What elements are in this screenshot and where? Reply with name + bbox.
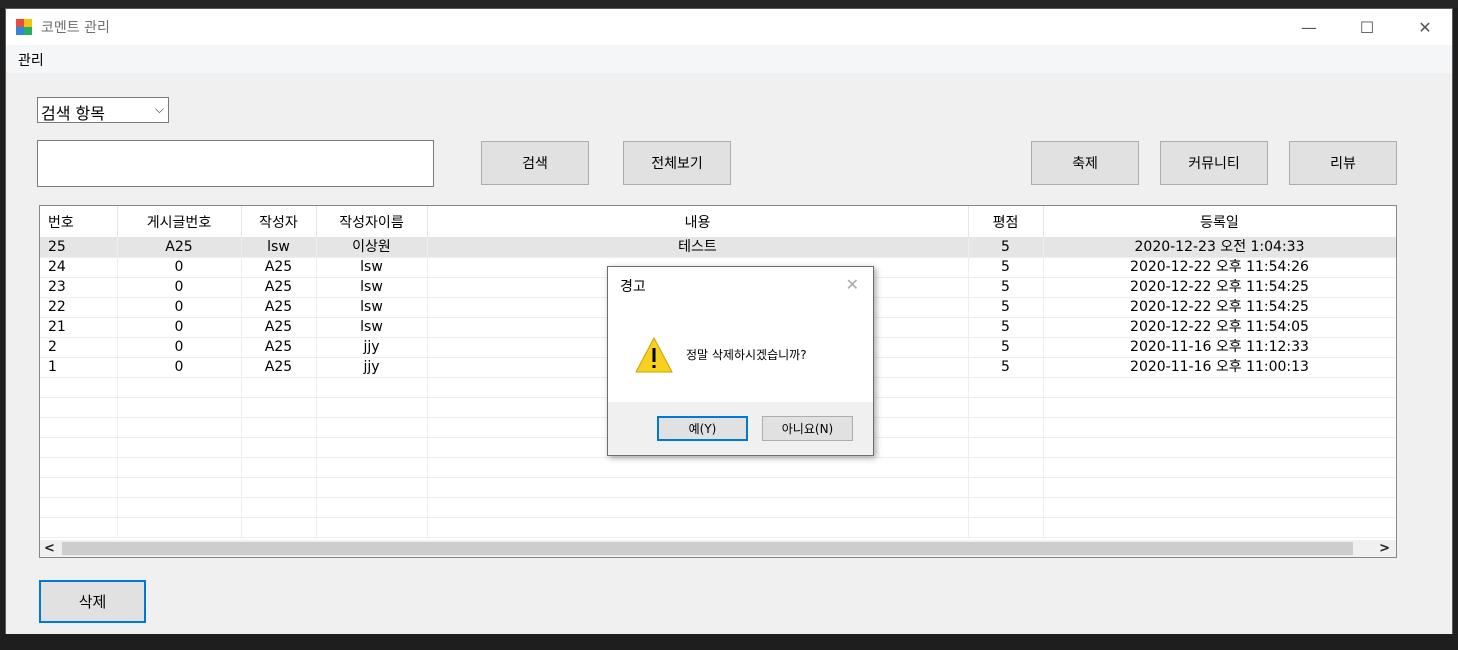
empty-row <box>40 477 1396 498</box>
table-row[interactable]: 25 A25 lsw 이상원 테스트 5 2020-12-23 오전 1:04:… <box>40 237 1396 258</box>
cell: 2020-12-22 오후 11:54:25 <box>1043 277 1396 298</box>
cell: 5 <box>968 257 1044 278</box>
desktop-background-bottom <box>0 634 1458 650</box>
minimize-icon: — <box>1301 17 1317 37</box>
minimize-button[interactable]: — <box>1280 9 1338 45</box>
scrollbar-thumb[interactable] <box>62 542 1353 555</box>
cell: 0 <box>117 277 242 298</box>
cell: A25 <box>241 357 317 378</box>
app-window-icon <box>16 19 32 35</box>
cell: A25 <box>241 317 317 338</box>
cell: 1 <box>40 357 118 378</box>
cell: 2020-12-22 오후 11:54:25 <box>1043 297 1396 318</box>
cell: 23 <box>40 277 118 298</box>
desktop-background-edge <box>1453 8 1458 635</box>
scroll-right-icon[interactable]: > <box>1379 540 1390 557</box>
dialog-title: 경고 <box>620 279 646 295</box>
cell: jjy <box>316 337 428 358</box>
cell: lsw <box>241 237 317 258</box>
festival-button[interactable]: 축제 <box>1031 141 1139 185</box>
dialog-close-icon[interactable]: ✕ <box>846 275 859 294</box>
chevron-down-icon: ⌵ <box>154 102 164 116</box>
cell: A25 <box>117 237 242 258</box>
cell: 22 <box>40 297 118 318</box>
maximize-icon: ☐ <box>1359 17 1375 37</box>
cell: 5 <box>968 237 1044 258</box>
cell: jjy <box>316 357 428 378</box>
warning-icon <box>635 336 673 373</box>
cell: A25 <box>241 297 317 318</box>
cell: 이상원 <box>316 237 428 258</box>
cell: 2020-12-22 오후 11:54:05 <box>1043 317 1396 338</box>
column-header-content[interactable]: 내용 <box>427 206 969 238</box>
cell: lsw <box>316 297 428 318</box>
column-header-number[interactable]: 번호 <box>40 206 118 238</box>
combo-selected-value: 검색 항목 <box>41 104 105 123</box>
cell: 0 <box>117 357 242 378</box>
cell: 2 <box>40 337 118 358</box>
search-button[interactable]: 검색 <box>481 141 589 185</box>
cell: A25 <box>241 337 317 358</box>
cell: lsw <box>316 277 428 298</box>
cell: 2020-12-22 오후 11:54:26 <box>1043 257 1396 278</box>
cell: 5 <box>968 277 1044 298</box>
cell: 0 <box>117 317 242 338</box>
dialog-message: 정말 삭제하시겠습니까? <box>686 348 807 362</box>
cell: 테스트 <box>427 237 969 258</box>
cell: 5 <box>968 337 1044 358</box>
community-button[interactable]: 커뮤니티 <box>1160 141 1268 185</box>
desktop-background-top <box>0 0 1458 8</box>
yes-button[interactable]: 예(Y) <box>657 416 748 441</box>
title-bar: 코멘트 관리 — ☐ ✕ <box>6 9 1452 45</box>
cell: lsw <box>316 257 428 278</box>
search-input[interactable] <box>37 140 434 187</box>
delete-button[interactable]: 삭제 <box>39 580 146 623</box>
horizontal-scrollbar[interactable]: < > <box>40 540 1396 557</box>
menu-bar: 관리 <box>6 45 1452 73</box>
cell: 5 <box>968 317 1044 338</box>
warning-dialog: 경고 ✕ 정말 삭제하시겠습니까? 예(Y) 아니요(N) <box>607 266 874 456</box>
dialog-footer: 예(Y) 아니요(N) <box>608 402 873 455</box>
window-title: 코멘트 관리 <box>41 20 110 36</box>
cell: 0 <box>117 257 242 278</box>
cell: 0 <box>117 337 242 358</box>
empty-row <box>40 457 1396 478</box>
cell: 2020-12-23 오전 1:04:33 <box>1043 237 1396 258</box>
column-header-registered[interactable]: 등록일 <box>1043 206 1396 238</box>
cell: 2020-11-16 오후 11:00:13 <box>1043 357 1396 378</box>
search-field-combo[interactable]: 검색 항목 ⌵ <box>37 97 169 123</box>
close-button[interactable]: ✕ <box>1396 9 1454 45</box>
cell: 5 <box>968 357 1044 378</box>
scroll-left-icon[interactable]: < <box>44 540 55 557</box>
show-all-button[interactable]: 전체보기 <box>623 141 731 185</box>
column-header-rating[interactable]: 평점 <box>968 206 1044 238</box>
cell: A25 <box>241 277 317 298</box>
maximize-button[interactable]: ☐ <box>1338 9 1396 45</box>
review-button[interactable]: 리뷰 <box>1289 141 1397 185</box>
table-header-row: 번호 게시글번호 작성자 작성자이름 내용 평점 등록일 <box>40 206 1396 238</box>
empty-row <box>40 517 1396 538</box>
cell: 2020-11-16 오후 11:12:33 <box>1043 337 1396 358</box>
column-header-post-number[interactable]: 게시글번호 <box>117 206 242 238</box>
close-icon: ✕ <box>1418 17 1432 37</box>
cell: A25 <box>241 257 317 278</box>
cell: 0 <box>117 297 242 318</box>
cell: 5 <box>968 297 1044 318</box>
column-header-author-name[interactable]: 작성자이름 <box>316 206 428 238</box>
empty-row <box>40 497 1396 518</box>
menu-item-manage[interactable]: 관리 <box>18 50 44 70</box>
cell: 21 <box>40 317 118 338</box>
no-button[interactable]: 아니요(N) <box>762 416 853 441</box>
column-header-author[interactable]: 작성자 <box>241 206 317 238</box>
cell: 25 <box>40 237 118 258</box>
cell: 24 <box>40 257 118 278</box>
cell: lsw <box>316 317 428 338</box>
